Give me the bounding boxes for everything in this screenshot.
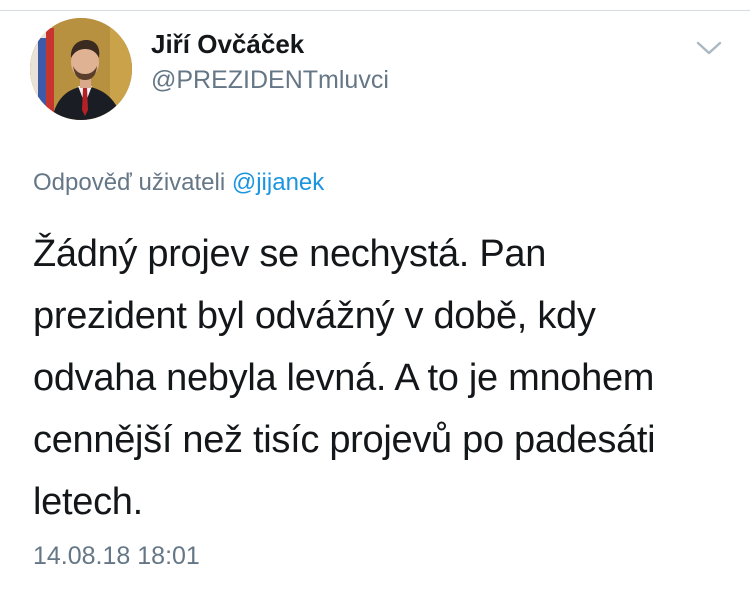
chevron-down-icon[interactable]	[695, 38, 723, 58]
tweet-card: Jiří Ovčáček @PREZIDENTmluvci Odpověď už…	[0, 0, 750, 593]
avatar[interactable]	[30, 18, 132, 120]
reply-mention-link[interactable]: @jijanek	[232, 169, 324, 196]
author-display-name[interactable]: Jiří Ovčáček	[151, 28, 304, 60]
author-handle[interactable]: @PREZIDENTmluvci	[151, 64, 389, 96]
tweet-timestamp[interactable]: 14.08.18 18:01	[33, 540, 200, 572]
reply-context: Odpověď uživateli @jijanek	[33, 168, 324, 198]
reply-prefix: Odpověď uživateli	[33, 169, 232, 196]
tweet-text: Žádný projev se nechystá. Pan prezident …	[33, 233, 656, 523]
avatar-photo	[30, 18, 132, 120]
